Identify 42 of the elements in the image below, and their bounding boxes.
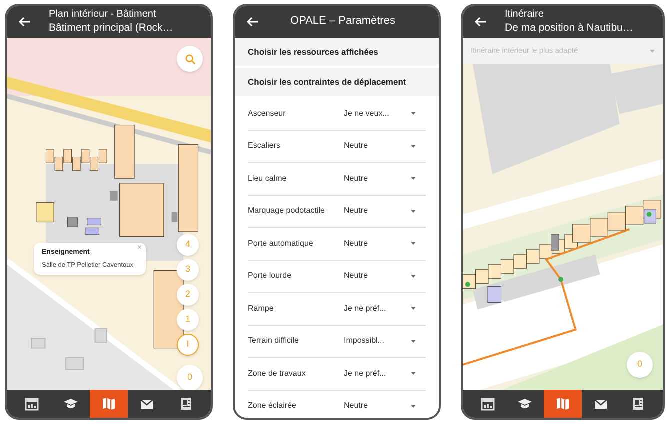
setting-dropdown[interactable]: Je ne veux...: [344, 108, 426, 120]
header-title: OPALE – Paramètres: [290, 15, 396, 29]
header-subtitle: Bâtiment principal (Rock…: [49, 22, 174, 35]
caret-icon[interactable]: [411, 307, 416, 310]
setting-dropdown[interactable]: Je ne préf...: [344, 302, 426, 315]
caret-icon[interactable]: [411, 372, 416, 376]
section-header[interactable]: Choisir les ressources affichées: [235, 38, 439, 66]
header-title: Plan intérieur - Bâtiment: [49, 9, 158, 22]
setting-label: Rampe: [248, 302, 275, 315]
calendar-icon[interactable]: [24, 396, 40, 412]
caret-icon[interactable]: [411, 340, 416, 343]
header-subtitle: De ma position à Nautibu…: [505, 22, 634, 35]
setting-dropdown[interactable]: Je ne préf...: [344, 368, 426, 380]
caret-icon[interactable]: [411, 242, 416, 246]
setting-dropdown[interactable]: Neutre: [344, 238, 426, 250]
section-header[interactable]: Choisir les contraintes de déplacement: [235, 68, 439, 96]
setting-label: Ascenseur: [248, 108, 287, 120]
setting-dropdown[interactable]: Neutre: [344, 270, 426, 282]
caret-icon[interactable]: [411, 210, 416, 213]
nav-tab[interactable]: [90, 390, 128, 418]
setting-dropdown[interactable]: Neutre: [344, 140, 426, 152]
caret-icon[interactable]: [411, 274, 416, 278]
caret-icon[interactable]: [411, 112, 416, 116]
setting-label: Terrain difficile: [248, 335, 300, 348]
map-icon[interactable]: [101, 396, 118, 412]
setting-label: Lieu calme: [248, 172, 288, 185]
caret-icon[interactable]: [411, 177, 416, 180]
setting-label: Zone de travaux: [248, 368, 307, 380]
setting-label: Zone éclairée: [248, 400, 298, 412]
setting-dropdown[interactable]: Impossibl...: [344, 335, 426, 348]
setting-dropdown[interactable]: Neutre: [344, 172, 426, 185]
setting-label: Porte lourde: [248, 270, 293, 282]
calendar-icon[interactable]: [480, 396, 496, 412]
setting-label: Porte automatique: [248, 238, 314, 250]
setting-dropdown[interactable]: Neutre: [344, 205, 426, 218]
map-icon[interactable]: [554, 396, 571, 412]
setting-dropdown[interactable]: Neutre: [344, 400, 426, 412]
caret-icon[interactable]: [411, 144, 416, 148]
setting-label: Escaliers: [248, 140, 282, 152]
header-title: Itinéraire: [505, 9, 545, 22]
setting-label: Marquage podotactile: [248, 205, 326, 218]
caret-icon[interactable]: [411, 404, 416, 408]
